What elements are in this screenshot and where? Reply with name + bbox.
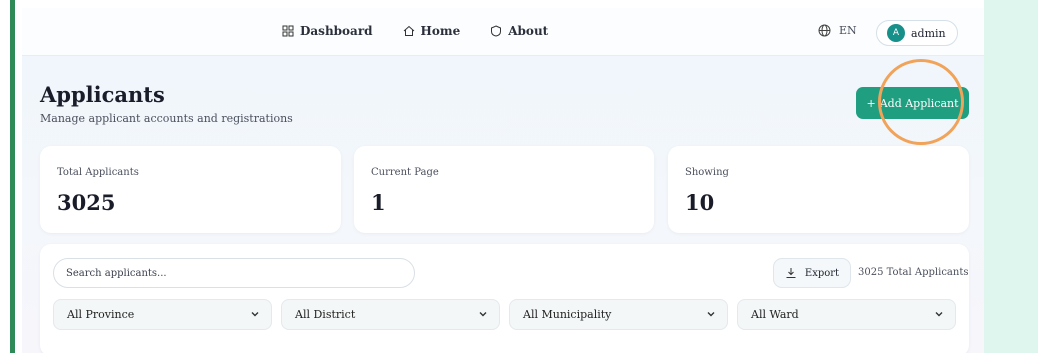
page-title: Applicants bbox=[40, 82, 165, 107]
nav-about[interactable]: About bbox=[490, 24, 548, 38]
nav-dashboard[interactable]: Dashboard bbox=[282, 24, 373, 38]
stat-card-total-applicants: Total Applicants 3025 bbox=[40, 146, 341, 233]
language-label: EN bbox=[839, 24, 857, 37]
chevron-down-icon bbox=[935, 312, 943, 317]
add-applicant-label: Add Applicant bbox=[879, 96, 959, 110]
nav-links: Dashboard Home About bbox=[282, 24, 548, 38]
avatar: A bbox=[887, 24, 905, 42]
chevron-down-icon bbox=[707, 312, 715, 317]
nav-home-label: Home bbox=[420, 24, 461, 38]
stat-value: 3025 bbox=[57, 190, 116, 215]
page-subtitle: Manage applicant accounts and registrati… bbox=[40, 112, 293, 125]
nav-home[interactable]: Home bbox=[403, 24, 461, 38]
globe-icon bbox=[818, 24, 831, 37]
grid-icon bbox=[282, 25, 294, 37]
stat-value: 1 bbox=[371, 190, 386, 215]
export-label: Export bbox=[804, 267, 840, 279]
add-applicant-button[interactable]: + Add Applicant bbox=[856, 87, 969, 119]
right-panel-edge bbox=[984, 0, 1038, 353]
stat-card-current-page: Current Page 1 bbox=[354, 146, 654, 233]
search-input[interactable] bbox=[53, 258, 415, 288]
total-applicants-note: 3025 Total Applicants bbox=[858, 267, 969, 278]
chevron-down-icon bbox=[479, 312, 487, 317]
user-name: admin bbox=[911, 26, 946, 40]
download-icon bbox=[786, 268, 796, 278]
nav-about-label: About bbox=[508, 24, 549, 38]
province-select[interactable]: All Province bbox=[53, 299, 272, 330]
plus-icon: + bbox=[866, 96, 876, 110]
user-menu[interactable]: A admin bbox=[876, 20, 958, 46]
left-accent-bar bbox=[10, 0, 15, 353]
top-navbar: Dashboard Home About EN A admin bbox=[22, 8, 984, 56]
municipality-select[interactable]: All Municipality bbox=[509, 299, 728, 330]
app-window: Dashboard Home About EN A admin Applican… bbox=[22, 8, 984, 353]
stat-card-showing: Showing 10 bbox=[668, 146, 969, 233]
export-button[interactable]: Export bbox=[773, 258, 851, 288]
info-icon bbox=[491, 25, 502, 37]
municipality-select-value: All Municipality bbox=[523, 308, 612, 321]
stat-value: 10 bbox=[685, 190, 715, 215]
stat-label: Current Page bbox=[371, 167, 439, 178]
home-icon bbox=[403, 25, 414, 36]
district-select-value: All District bbox=[295, 308, 356, 321]
stat-label: Total Applicants bbox=[57, 167, 139, 178]
filters-panel: Export 3025 Total Applicants All Provinc… bbox=[40, 244, 969, 353]
district-select[interactable]: All District bbox=[281, 299, 500, 330]
stat-label: Showing bbox=[685, 167, 729, 178]
ward-select-value: All Ward bbox=[751, 308, 799, 321]
ward-select[interactable]: All Ward bbox=[737, 299, 956, 330]
nav-dashboard-label: Dashboard bbox=[300, 24, 373, 38]
province-select-value: All Province bbox=[67, 308, 135, 321]
left-rail bbox=[0, 0, 15, 353]
chevron-down-icon bbox=[251, 312, 259, 317]
language-switcher[interactable]: EN bbox=[818, 24, 857, 37]
